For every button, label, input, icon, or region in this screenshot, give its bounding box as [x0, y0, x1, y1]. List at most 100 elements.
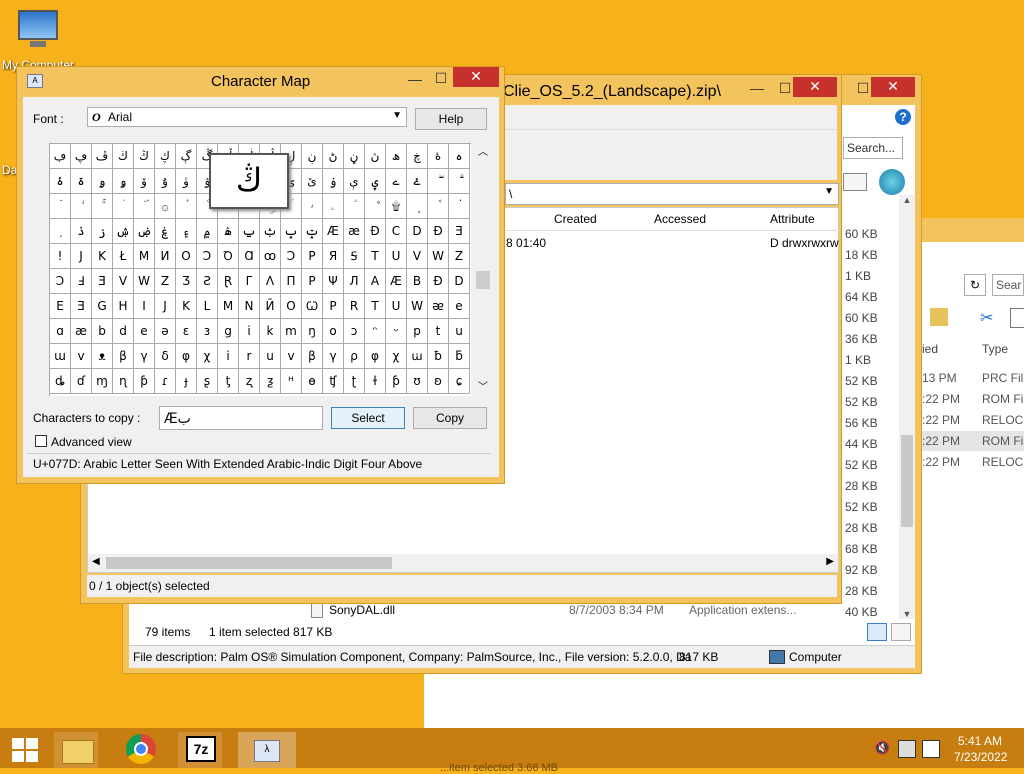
character-cell[interactable]: G: [92, 294, 113, 319]
character-cell[interactable]: ے: [386, 169, 407, 194]
character-cell[interactable]: ۾: [197, 219, 218, 244]
character-cell[interactable]: Ǝ: [449, 219, 470, 244]
character-cell[interactable]: φ: [365, 344, 386, 369]
character-cell[interactable]: ݓ: [302, 219, 323, 244]
character-cell[interactable]: g: [218, 319, 239, 344]
character-cell[interactable]: ۥ: [302, 194, 323, 219]
character-cell[interactable]: ʊ: [407, 369, 428, 394]
start-button[interactable]: [2, 732, 46, 768]
scissors-icon[interactable]: ✂: [980, 308, 998, 327]
character-cell[interactable]: ڿ: [407, 144, 428, 169]
character-cell[interactable]: E: [50, 294, 71, 319]
character-cell[interactable]: Ð: [428, 269, 449, 294]
chevron-down-icon[interactable]: ▼: [392, 110, 402, 121]
checkmark-folder-icon[interactable]: [930, 308, 948, 326]
character-cell[interactable]: o: [323, 319, 344, 344]
col-accessed[interactable]: Accessed: [654, 212, 706, 226]
chevron-down-icon[interactable]: ▼: [824, 186, 834, 197]
help-button[interactable]: Help: [415, 108, 487, 130]
advanced-view-label[interactable]: Advanced view: [51, 435, 132, 449]
character-cell[interactable]: ƀ: [428, 344, 449, 369]
character-cell[interactable]: ۭ: [50, 219, 71, 244]
character-cell[interactable]: ɯ: [50, 344, 71, 369]
character-cell[interactable]: ۗ: [449, 169, 470, 194]
character-cell[interactable]: Ͻ: [197, 244, 218, 269]
character-cell[interactable]: d: [113, 319, 134, 344]
character-cell[interactable]: O: [281, 294, 302, 319]
character-cell[interactable]: ێ: [302, 169, 323, 194]
charmap-close-button[interactable]: ✕: [453, 67, 499, 87]
character-cell[interactable]: M: [218, 294, 239, 319]
character-cell[interactable]: Ψ: [323, 269, 344, 294]
character-cell[interactable]: !: [50, 244, 71, 269]
character-cell[interactable]: ƺ: [260, 369, 281, 394]
character-cell[interactable]: ۺ: [113, 219, 134, 244]
character-cell[interactable]: Ӣ: [260, 294, 281, 319]
character-cell[interactable]: β: [302, 344, 323, 369]
character-cell[interactable]: ƃ: [449, 344, 470, 369]
grid-scrollbar[interactable]: ︿ ﹀: [475, 143, 491, 395]
character-cell[interactable]: ۙ: [71, 194, 92, 219]
character-cell[interactable]: ۓ: [407, 169, 428, 194]
character-cell[interactable]: D: [407, 219, 428, 244]
col-attribute[interactable]: Attribute: [770, 212, 815, 226]
character-cell[interactable]: ꭐ: [407, 344, 428, 369]
character-cell[interactable]: Ɽ: [218, 269, 239, 294]
character-cell[interactable]: Γ: [239, 269, 260, 294]
character-cell[interactable]: ۚ: [92, 194, 113, 219]
character-cell[interactable]: δ: [155, 344, 176, 369]
character-cell[interactable]: ھ: [386, 144, 407, 169]
character-cell[interactable]: ᵕ: [386, 319, 407, 344]
character-cell[interactable]: ڭ: [134, 144, 155, 169]
character-cell[interactable]: ρ: [344, 344, 365, 369]
character-cell[interactable]: K: [92, 244, 113, 269]
character-cell[interactable]: Ꟊ: [344, 244, 365, 269]
file-explorer-task[interactable]: [54, 732, 98, 768]
character-cell[interactable]: ڼ: [344, 144, 365, 169]
character-cell[interactable]: Π: [281, 269, 302, 294]
scroll-thumb[interactable]: [476, 271, 490, 289]
scroll-up-arrow-icon[interactable]: ︿: [475, 143, 491, 158]
charmap-task[interactable]: λ: [238, 732, 296, 768]
character-cell[interactable]: ۧ: [344, 194, 365, 219]
scroll-right-arrow-icon[interactable]: ▶: [826, 556, 834, 567]
character-cell[interactable]: ɕ: [449, 369, 470, 394]
character-cell[interactable]: t: [428, 319, 449, 344]
search-input[interactable]: Search...: [843, 137, 903, 159]
character-cell[interactable]: ɔ: [344, 319, 365, 344]
scroll-up-arrow-icon[interactable]: ▲: [899, 195, 915, 205]
character-cell[interactable]: Z: [155, 269, 176, 294]
character-cell[interactable]: ۄ: [92, 169, 113, 194]
character-cell[interactable]: ɱ: [92, 369, 113, 394]
character-cell[interactable]: ۼ: [155, 219, 176, 244]
file-row[interactable]: 13 PM PRC File: [922, 368, 1024, 388]
character-cell[interactable]: ې: [344, 169, 365, 194]
character-cell[interactable]: H: [113, 294, 134, 319]
character-cell[interactable]: ۜ: [134, 194, 155, 219]
character-cell[interactable]: ᵔ: [365, 319, 386, 344]
character-cell[interactable]: b: [92, 319, 113, 344]
character-cell[interactable]: ɗ: [71, 369, 92, 394]
character-cell[interactable]: ہ: [449, 144, 470, 169]
character-cell[interactable]: ڳ: [176, 144, 197, 169]
character-cell[interactable]: Л: [344, 269, 365, 294]
character-cell[interactable]: U: [386, 294, 407, 319]
copy-button[interactable]: Copy: [413, 407, 487, 429]
select-button[interactable]: Select: [331, 407, 405, 429]
character-cell[interactable]: ۈ: [176, 169, 197, 194]
character-cell[interactable]: ۞: [155, 194, 176, 219]
character-cell[interactable]: ۨ: [365, 194, 386, 219]
character-cell[interactable]: ɟ: [176, 369, 197, 394]
character-cell[interactable]: Ⅎ: [71, 269, 92, 294]
col-created[interactable]: Created: [554, 212, 597, 226]
character-cell[interactable]: Ǝ: [71, 294, 92, 319]
file-row[interactable]: :22 PM RELOC F: [922, 452, 1024, 472]
file-row[interactable]: :22 PM ROM Fil: [922, 431, 1024, 451]
character-cell[interactable]: ۆ: [134, 169, 155, 194]
character-cell[interactable]: r: [239, 344, 260, 369]
character-cell[interactable]: ۦ: [323, 194, 344, 219]
character-cell[interactable]: ۂ: [50, 169, 71, 194]
network-icon[interactable]: [879, 169, 905, 195]
character-cell[interactable]: R: [344, 294, 365, 319]
character-cell[interactable]: ᴂ: [428, 294, 449, 319]
